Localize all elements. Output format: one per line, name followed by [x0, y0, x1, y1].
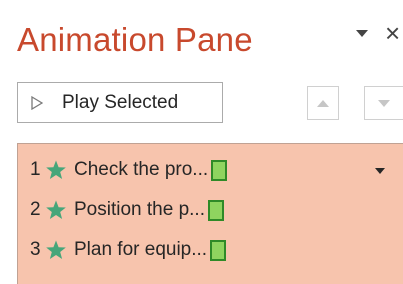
play-selected-button[interactable]: Play Selected	[17, 82, 223, 123]
close-icon[interactable]: ×	[385, 19, 403, 47]
move-up-button[interactable]	[307, 86, 339, 120]
item-order: 2	[30, 199, 41, 220]
timing-bar[interactable]	[207, 199, 224, 221]
timing-bar[interactable]	[210, 239, 227, 261]
play-icon	[31, 95, 43, 110]
animation-item-1[interactable]: 1 Check the pro...	[18, 150, 403, 190]
star-icon	[46, 200, 66, 219]
arrow-down-icon	[378, 99, 390, 107]
star-icon	[46, 160, 66, 179]
item-order: 3	[30, 239, 41, 260]
move-down-button[interactable]	[364, 86, 403, 120]
item-label: Position the p...	[74, 199, 205, 220]
animation-list: 1 Check the pro... 2 Position the p... 3…	[17, 143, 403, 284]
arrow-up-icon	[317, 99, 329, 107]
item-order: 1	[30, 159, 41, 180]
star-icon	[46, 240, 66, 259]
pane-title: Animation Pane	[17, 21, 253, 58]
play-selected-label: Play Selected	[62, 91, 179, 113]
timing-bar[interactable]	[211, 159, 228, 181]
item-label: Check the pro...	[74, 159, 209, 180]
item-label: Plan for equip...	[74, 239, 208, 260]
pane-options-chevron-down-icon[interactable]	[355, 26, 369, 40]
animation-item-2[interactable]: 2 Position the p...	[18, 190, 403, 230]
animation-item-3[interactable]: 3 Plan for equip...	[18, 230, 403, 270]
item-menu-chevron-down-icon[interactable]	[375, 168, 385, 174]
